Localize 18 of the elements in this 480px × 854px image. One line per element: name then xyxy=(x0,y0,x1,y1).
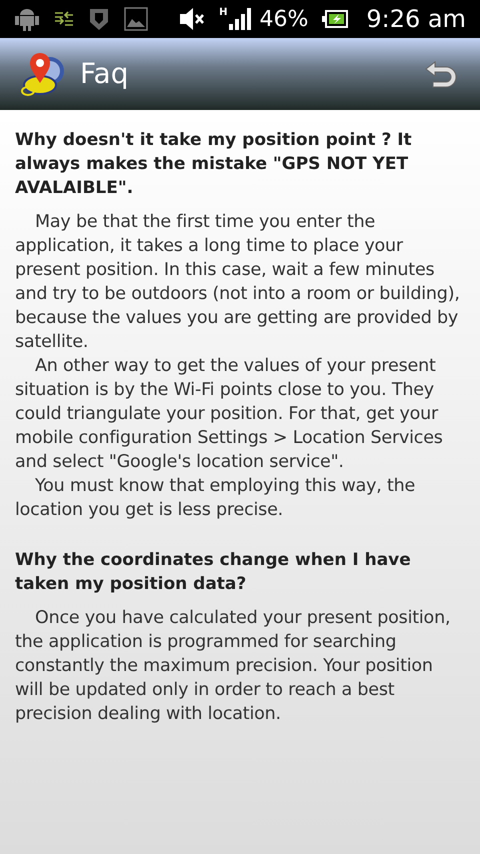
network-type: H xyxy=(219,8,228,18)
faq-answer: Once you have calculated your present position, the application is programmed for searching constantly the maximum precision. Your position will be updated only in order to reach a best precision dealing with location. xyxy=(15,607,452,726)
image-icon xyxy=(124,7,148,31)
faq-question: Why doesn't it take my position point ? It always makes the mistake "GPS NOT YET AVALAIBLE". xyxy=(15,129,413,200)
faq-answer: An other way to get the values of your present situation is by the Wi-Fi points close to you. They could triangulate your position. For that, get your mobile configuration Settings > Location Services and select "Google's location service". xyxy=(15,355,444,474)
clock: 9:26 am xyxy=(366,4,466,35)
shield-icon xyxy=(88,7,110,31)
transfer-icon xyxy=(54,9,74,29)
undo-arrow-icon xyxy=(423,59,457,89)
battery-percent: 46% xyxy=(259,6,308,34)
faq-answer: May be that the first time you enter the application, it takes a long time to place your present position. In this case, wait a few minutes and try to be outdoors (not into a room or building), because the values you are getting are provided by satellite. xyxy=(15,211,461,354)
faq-question: Why the coordinates change when I have taken my position data? xyxy=(15,549,412,596)
mute-icon xyxy=(179,8,206,30)
screen-title: Faq xyxy=(80,56,130,92)
android-icon xyxy=(14,7,40,31)
battery-charging-icon xyxy=(322,10,348,28)
signal-icon xyxy=(229,8,252,30)
faq-answer: You must know that employing this way, the location you get is less precise. xyxy=(15,475,416,522)
